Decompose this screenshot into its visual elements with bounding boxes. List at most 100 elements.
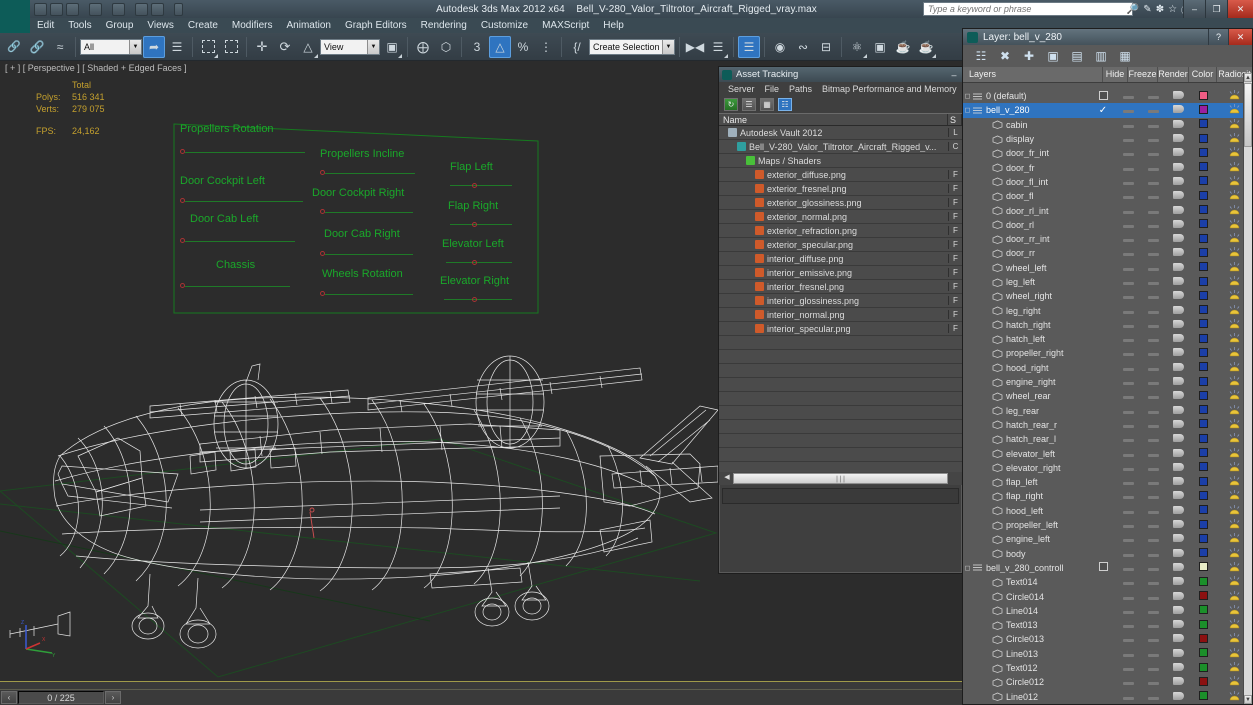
layer-hide-toggle[interactable] [1116, 520, 1141, 530]
layer-list[interactable]: ◻ 0 (default) ◻ bell_v_280 ✓ cabin display door… [963, 89, 1252, 704]
layer-row[interactable]: Circle012 [963, 675, 1252, 689]
layer-freeze-toggle[interactable] [1141, 291, 1166, 301]
layer-hide-toggle[interactable] [1116, 506, 1141, 516]
layer-color-swatch[interactable] [1191, 548, 1216, 559]
menu-item-rendering[interactable]: Rendering [414, 18, 474, 33]
layer-color-swatch[interactable] [1191, 362, 1216, 373]
layer-render-toggle[interactable] [1166, 176, 1191, 187]
layer-hide-toggle[interactable] [1116, 477, 1141, 487]
layer-color-swatch[interactable] [1191, 648, 1216, 659]
layer-hide-toggle[interactable] [1116, 606, 1141, 616]
layer-freeze-toggle[interactable] [1141, 677, 1166, 687]
asset-row[interactable]: Autodesk Vault 2012 L [719, 126, 962, 140]
layer-color-swatch[interactable] [1191, 405, 1216, 416]
track-bar[interactable]: ‹ 0 / 225 › [0, 689, 962, 705]
layer-row[interactable]: door_rl_int [963, 203, 1252, 217]
material-editor-icon[interactable]: ◉ [769, 36, 791, 58]
layer-render-toggle[interactable] [1166, 148, 1191, 158]
layer-row[interactable]: ◻ bell_v_280_controll [963, 561, 1252, 575]
layer-color-swatch[interactable] [1191, 233, 1216, 245]
menu-item-create[interactable]: Create [181, 18, 225, 33]
layer-freeze-toggle[interactable] [1141, 491, 1166, 501]
layer-hide-toggle[interactable] [1116, 549, 1141, 559]
layer-hide-toggle[interactable] [1116, 649, 1141, 659]
hscroll-left-arrow-icon[interactable]: ◀ [721, 473, 733, 484]
layer-row[interactable]: flap_left [963, 475, 1252, 489]
aircraft-wireframe-model[interactable] [0, 306, 720, 689]
layer-row[interactable]: leg_rear [963, 404, 1252, 418]
layer-render-toggle[interactable] [1166, 663, 1191, 673]
menu-item-help[interactable]: Help [596, 18, 631, 33]
asset-row[interactable]: exterior_refraction.png F [719, 224, 962, 238]
layer-color-swatch[interactable] [1191, 176, 1216, 187]
layer-render-toggle[interactable] [1166, 648, 1191, 659]
asset-row[interactable]: interior_emissive.png F [719, 266, 962, 280]
chevron-down-icon-3[interactable]: ▼ [662, 39, 674, 54]
layer-freeze-toggle[interactable] [1141, 206, 1166, 216]
layer-color-swatch[interactable] [1191, 490, 1216, 502]
asset-tracking-window[interactable]: Asset Tracking – Server File Paths Bitma… [718, 66, 963, 574]
layer-render-toggle[interactable] [1166, 234, 1191, 244]
layer-freeze-toggle[interactable] [1141, 334, 1166, 344]
next-frame-button[interactable]: › [105, 691, 121, 704]
layer-freeze-toggle[interactable] [1141, 577, 1166, 587]
layer-hide-toggle[interactable] [1116, 91, 1141, 101]
layer-color-swatch[interactable] [1191, 676, 1216, 688]
vault-refresh-icon[interactable]: ↻ [724, 97, 738, 111]
layer-row[interactable]: engine_right [963, 375, 1252, 389]
layer-hide-toggle[interactable] [1116, 277, 1141, 287]
asset-row[interactable]: interior_glossiness.png F [719, 294, 962, 308]
asset-row[interactable]: interior_normal.png F [719, 308, 962, 322]
chevron-down-icon-2[interactable]: ▼ [367, 39, 379, 54]
layer-manager-icon[interactable]: ☰ [738, 35, 760, 58]
layer-active-checkbox[interactable] [1090, 562, 1116, 573]
layer-row[interactable]: door_fl [963, 189, 1252, 203]
layer-render-toggle[interactable] [1166, 491, 1191, 501]
menu-item-group[interactable]: Group [99, 18, 141, 33]
layer-freeze-toggle[interactable] [1141, 634, 1166, 644]
layer-row[interactable]: hatch_rear_l [963, 432, 1252, 446]
layer-freeze-toggle[interactable] [1141, 506, 1166, 516]
layer-row[interactable]: door_fr [963, 160, 1252, 174]
layer-vertical-scrollbar[interactable]: ▲ ▼ [1243, 73, 1252, 704]
snap-toggle-icon[interactable]: 3 [466, 36, 488, 58]
layer-hide-toggle[interactable] [1116, 620, 1141, 630]
rect-select-region-icon[interactable] [197, 36, 219, 58]
layer-row[interactable]: leg_left [963, 275, 1252, 289]
layer-column-freeze[interactable]: Freeze [1127, 67, 1157, 82]
layer-row[interactable]: Text013 [963, 618, 1252, 632]
layer-row[interactable]: Line012 [963, 689, 1252, 703]
layer-render-toggle[interactable] [1166, 677, 1191, 687]
layer-hide-toggle[interactable] [1116, 363, 1141, 373]
add-selection-icon[interactable]: ✚ [1021, 49, 1037, 64]
layer-color-swatch[interactable] [1191, 133, 1216, 145]
align-objects-icon[interactable]: ☰ [707, 36, 729, 58]
layer-render-toggle[interactable] [1166, 291, 1191, 301]
layer-hide-toggle[interactable] [1116, 120, 1141, 130]
layer-row[interactable]: ◻ 0 (default) [963, 89, 1252, 103]
layer-color-swatch[interactable] [1191, 633, 1216, 645]
layer-color-swatch[interactable] [1191, 147, 1216, 159]
hscroll-thumb[interactable]: ∣∣∣ [733, 473, 948, 484]
layer-hide-toggle[interactable] [1116, 134, 1141, 144]
layer-freeze-toggle[interactable] [1141, 549, 1166, 559]
asset-tracking-menubar[interactable]: Server File Paths Bitmap Performance and… [719, 82, 962, 95]
layer-row[interactable]: Circle013 [963, 632, 1252, 646]
scroll-up-arrow-icon[interactable]: ▲ [1244, 73, 1252, 82]
layer-freeze-toggle[interactable] [1141, 463, 1166, 473]
layer-freeze-toggle[interactable] [1141, 406, 1166, 416]
angle-snap-icon[interactable]: △ [489, 35, 511, 58]
named-selection-set-combo[interactable]: Create Selection Se ▼ [589, 38, 675, 55]
layer-freeze-toggle[interactable] [1141, 91, 1166, 101]
selection-filter-combo[interactable]: All ▼ [80, 38, 142, 55]
layer-render-toggle[interactable] [1166, 391, 1191, 401]
layer-freeze-toggle[interactable] [1141, 592, 1166, 602]
layer-hide-toggle[interactable] [1116, 491, 1141, 501]
timeline-strip[interactable] [0, 681, 962, 689]
layer-window-toolbar[interactable]: ☷ ✖ ✚ ▣ ▤ ▥ ▦ [963, 45, 1252, 67]
layer-render-toggle[interactable] [1166, 91, 1191, 101]
layer-hide-toggle[interactable] [1116, 348, 1141, 358]
select-and-move-icon[interactable] [251, 36, 273, 58]
layer-hide-toggle[interactable] [1116, 677, 1141, 687]
menu-item-views[interactable]: Views [140, 18, 181, 33]
